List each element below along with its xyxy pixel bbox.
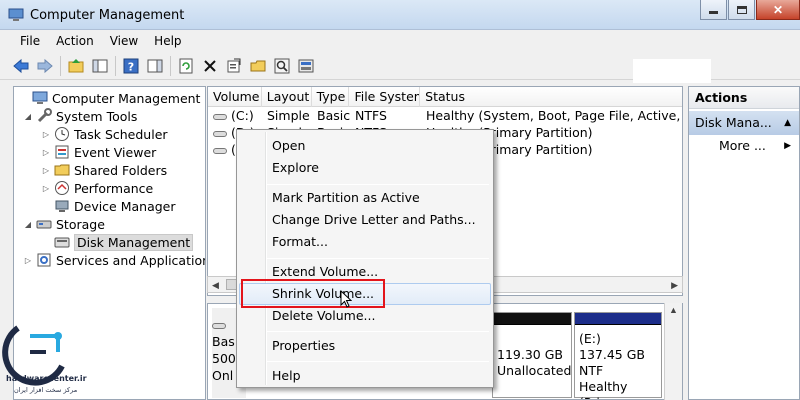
column-header-volume[interactable]: Volume xyxy=(208,87,262,107)
scroll-up-icon[interactable]: ▲ xyxy=(669,305,678,315)
services-icon xyxy=(37,253,51,267)
expand-icon[interactable]: ▷ xyxy=(40,166,52,175)
menu-file[interactable]: File xyxy=(12,32,48,50)
collapse-icon[interactable]: ◢ xyxy=(22,112,34,121)
table-row[interactable]: (C:) Simple Basic NTFS Healthy (System, … xyxy=(208,108,682,126)
title-bar: Computer Management ✕ xyxy=(0,0,800,30)
expand-icon[interactable]: ▷ xyxy=(22,256,34,265)
actions-title: Actions xyxy=(689,87,799,109)
up-folder-icon[interactable] xyxy=(65,55,87,77)
tree-item-disk-management[interactable]: Disk Management xyxy=(40,233,194,251)
actions-section-disk-management[interactable]: Disk Mana... ▲ xyxy=(689,111,799,135)
scroll-right-icon[interactable]: ▶ xyxy=(671,280,678,291)
highlight-annotation-box xyxy=(241,279,385,308)
minimize-button[interactable] xyxy=(700,0,727,20)
computer-management-icon xyxy=(8,8,24,21)
collapse-up-icon: ▲ xyxy=(784,118,791,128)
performance-icon xyxy=(55,181,69,195)
column-header-file-system[interactable]: File System xyxy=(349,87,421,107)
delete-icon[interactable] xyxy=(199,55,221,77)
menu-item-properties[interactable]: Properties xyxy=(239,335,491,357)
vertical-scrollbar[interactable]: ▲ xyxy=(664,303,682,400)
close-button[interactable]: ✕ xyxy=(756,0,800,20)
tree-item-computer-management[interactable]: Computer Management (Local xyxy=(18,89,205,107)
column-header-status[interactable]: Status xyxy=(420,87,682,107)
help-icon[interactable]: ? xyxy=(120,55,142,77)
event-viewer-icon xyxy=(55,145,69,159)
tree-item-storage[interactable]: ◢ Storage xyxy=(22,215,105,233)
tree-item-services-and-applications[interactable]: ▷ Services and Applications xyxy=(22,251,205,269)
storage-icon xyxy=(36,220,52,229)
watermark-domain: hardwarecenter.ir xyxy=(6,374,87,383)
device-manager-icon xyxy=(55,200,69,212)
column-header-layout[interactable]: Layout xyxy=(262,87,312,107)
menu-item-help[interactable]: Help xyxy=(239,365,491,387)
menu-action[interactable]: Action xyxy=(48,32,102,50)
expand-icon[interactable]: ▷ xyxy=(40,148,52,157)
clock-icon xyxy=(55,127,69,141)
menu-item-delete-volume[interactable]: Delete Volume... xyxy=(239,305,491,327)
show-hide-action-pane-icon[interactable] xyxy=(144,55,166,77)
scroll-left-icon[interactable]: ◀ xyxy=(212,280,219,291)
partition-e[interactable]: (E:) 137.45 GB NTF Healthy (Prim xyxy=(574,312,662,399)
watermark-subtitle: مرکز سخت افزار ایران xyxy=(14,386,78,394)
tree-item-task-scheduler[interactable]: ▷ Task Scheduler xyxy=(40,125,168,143)
disk-management-icon xyxy=(54,237,70,248)
tools-icon xyxy=(37,108,52,123)
search-icon[interactable] xyxy=(271,55,293,77)
mouse-cursor-icon xyxy=(340,290,352,308)
menu-item-explore[interactable]: Explore xyxy=(239,157,491,179)
partition-unallocated[interactable]: 119.30 GB Unallocated xyxy=(492,312,572,398)
expand-icon[interactable]: ▷ xyxy=(40,130,52,139)
menu-item-format[interactable]: Format... xyxy=(239,231,491,253)
drive-icon xyxy=(213,130,227,137)
svg-text:?: ? xyxy=(128,60,134,73)
column-header-type[interactable]: Type xyxy=(312,87,350,107)
volume-list-header: Volume Layout Type File System Status xyxy=(208,87,682,107)
expand-icon[interactable]: ▷ xyxy=(40,184,52,193)
open-icon[interactable] xyxy=(247,55,269,77)
back-arrow-icon[interactable] xyxy=(10,55,32,77)
menu-view[interactable]: View xyxy=(102,32,146,50)
menu-item-mark-partition-active[interactable]: Mark Partition as Active xyxy=(239,187,491,209)
properties-icon[interactable] xyxy=(223,55,245,77)
context-menu: Open Explore Mark Partition as Active Ch… xyxy=(236,129,494,388)
tree-item-system-tools[interactable]: ◢ System Tools xyxy=(22,107,137,125)
close-icon: ✕ xyxy=(772,2,784,17)
drive-icon xyxy=(213,113,227,120)
collapse-icon[interactable]: ◢ xyxy=(22,220,34,229)
menu-help[interactable]: Help xyxy=(146,32,189,50)
menu-item-open[interactable]: Open xyxy=(239,135,491,157)
maximize-button[interactable] xyxy=(728,0,755,20)
blank-overlay xyxy=(633,59,711,83)
computer-management-icon xyxy=(32,91,48,104)
actions-more[interactable]: More ... ▶ xyxy=(689,135,799,157)
tree-item-event-viewer[interactable]: ▷ Event Viewer xyxy=(40,143,156,161)
menu-item-change-drive-letter[interactable]: Change Drive Letter and Paths... xyxy=(239,209,491,231)
drive-icon xyxy=(213,147,227,154)
forward-arrow-icon[interactable] xyxy=(34,55,56,77)
tree-item-device-manager[interactable]: Device Manager xyxy=(40,197,176,215)
tree-item-performance[interactable]: ▷ Performance xyxy=(40,179,153,197)
actions-pane: Actions Disk Mana... ▲ More ... ▶ xyxy=(688,86,800,400)
shared-folder-icon xyxy=(54,164,70,176)
refresh-icon[interactable] xyxy=(175,55,197,77)
tree-item-shared-folders[interactable]: ▷ Shared Folders xyxy=(40,161,167,179)
menu-bar: File Action View Help xyxy=(0,30,800,52)
disk-settings-icon[interactable] xyxy=(295,55,317,77)
disk-icon xyxy=(212,322,226,329)
window-title: Computer Management xyxy=(30,8,185,23)
chevron-right-icon: ▶ xyxy=(784,141,791,151)
show-hide-tree-icon[interactable] xyxy=(89,55,111,77)
